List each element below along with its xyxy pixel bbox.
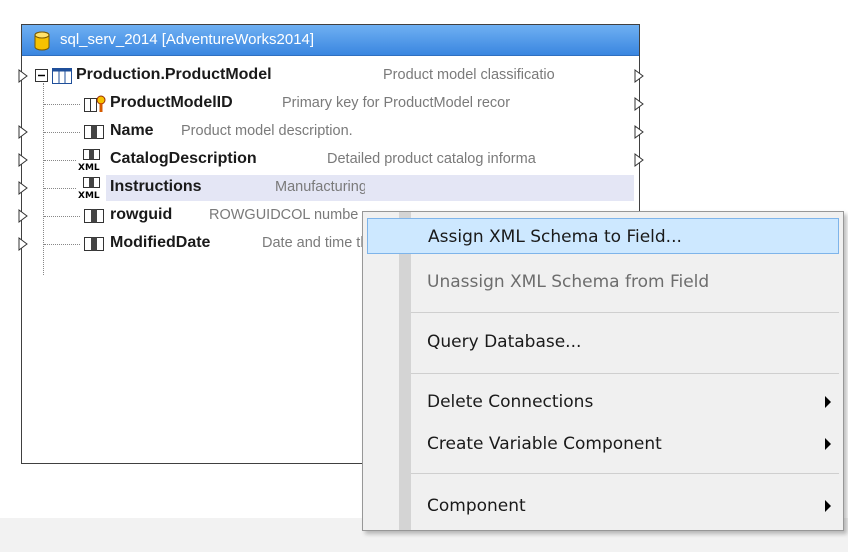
field-description: Date and time the record was last up bbox=[262, 235, 362, 251]
input-connector-icon[interactable] bbox=[18, 69, 28, 83]
svg-text:XML: XML bbox=[78, 191, 100, 199]
input-connector-icon[interactable] bbox=[18, 125, 28, 139]
xml-column-icon: XML bbox=[78, 177, 100, 199]
tree-line bbox=[44, 160, 76, 161]
output-connector-icon[interactable] bbox=[634, 69, 644, 83]
menu-item-delete-connections[interactable]: Delete Connections bbox=[363, 384, 843, 420]
menu-item-component[interactable]: Component bbox=[363, 488, 843, 524]
column-icon bbox=[84, 125, 104, 139]
table-description: Product model classificatio bbox=[383, 67, 555, 83]
submenu-arrow-icon bbox=[825, 396, 831, 408]
field-row-catalogdescription[interactable]: XML CatalogDescription Detailed product … bbox=[18, 147, 644, 173]
xml-column-icon: XML bbox=[78, 149, 100, 171]
field-name: ModifiedDate bbox=[110, 234, 211, 251]
menu-item-label: Component bbox=[427, 496, 526, 516]
column-icon bbox=[84, 237, 104, 251]
menu-item-query-database[interactable]: Query Database... bbox=[363, 324, 843, 360]
svg-text:XML: XML bbox=[78, 163, 100, 171]
menu-item-label: Assign XML Schema to Field... bbox=[428, 227, 682, 247]
menu-item-assign-xml-schema[interactable]: Assign XML Schema to Field... bbox=[367, 218, 839, 254]
menu-separator bbox=[411, 473, 839, 474]
menu-item-unassign-xml-schema[interactable]: Unassign XML Schema from Field bbox=[363, 264, 843, 300]
input-connector-icon[interactable] bbox=[18, 153, 28, 167]
menu-item-create-variable-component[interactable]: Create Variable Component bbox=[363, 426, 843, 462]
menu-item-label: Unassign XML Schema from Field bbox=[427, 272, 710, 292]
output-connector-icon[interactable] bbox=[634, 97, 644, 111]
tree-line bbox=[44, 244, 80, 245]
menu-icon-gutter bbox=[399, 212, 411, 530]
mapping-canvas: sql_serv_2014 [AdventureWorks2014] Produ… bbox=[0, 0, 848, 552]
input-connector-icon[interactable] bbox=[18, 237, 28, 251]
field-row-productmodelid[interactable]: ProductModelID Primary key for ProductMo… bbox=[22, 91, 644, 117]
field-description: ROWGUIDCOL number uniquely ide bbox=[209, 207, 359, 223]
field-description: Manufacturing instructions in xml fo bbox=[275, 179, 365, 195]
component-title: sql_serv_2014 [AdventureWorks2014] bbox=[60, 31, 315, 48]
component-header[interactable]: sql_serv_2014 [AdventureWorks2014] bbox=[22, 25, 639, 56]
input-connector-icon[interactable] bbox=[18, 181, 28, 195]
table-name: Production.ProductModel bbox=[76, 66, 272, 83]
tree-line bbox=[44, 216, 80, 217]
field-name: Name bbox=[110, 122, 154, 139]
field-row-name[interactable]: Name Product model description. bbox=[18, 119, 644, 145]
field-description: Product model description. bbox=[181, 123, 353, 139]
field-description: Detailed product catalog informa bbox=[327, 151, 536, 167]
output-connector-icon[interactable] bbox=[634, 125, 644, 139]
tree-line bbox=[44, 188, 76, 189]
tree-line bbox=[44, 132, 80, 133]
menu-item-label: Delete Connections bbox=[427, 392, 594, 412]
menu-item-label: Query Database... bbox=[427, 332, 582, 352]
input-connector-icon[interactable] bbox=[18, 209, 28, 223]
database-icon bbox=[34, 31, 50, 51]
menu-item-label: Create Variable Component bbox=[427, 434, 662, 454]
field-name: rowguid bbox=[110, 206, 173, 223]
output-connector-icon[interactable] bbox=[634, 153, 644, 167]
field-row-instructions[interactable]: XML Instructions Manufacturing instructi… bbox=[18, 175, 639, 201]
menu-separator bbox=[411, 373, 839, 374]
submenu-arrow-icon bbox=[825, 500, 831, 512]
field-name: CatalogDescription bbox=[110, 150, 257, 167]
primary-key-icon bbox=[84, 95, 106, 112]
field-name: ProductModelID bbox=[110, 94, 233, 111]
column-icon bbox=[84, 209, 104, 223]
collapse-icon[interactable] bbox=[35, 69, 48, 82]
submenu-arrow-icon bbox=[825, 438, 831, 450]
tree-line bbox=[44, 104, 80, 105]
menu-separator bbox=[411, 312, 839, 313]
field-description: Primary key for ProductModel recor bbox=[282, 95, 511, 111]
table-icon bbox=[52, 68, 72, 84]
table-row-production-productmodel[interactable]: Production.ProductModel Product model cl… bbox=[18, 63, 644, 89]
field-name: Instructions bbox=[110, 178, 202, 195]
context-menu: Assign XML Schema to Field... Unassign X… bbox=[362, 211, 844, 531]
